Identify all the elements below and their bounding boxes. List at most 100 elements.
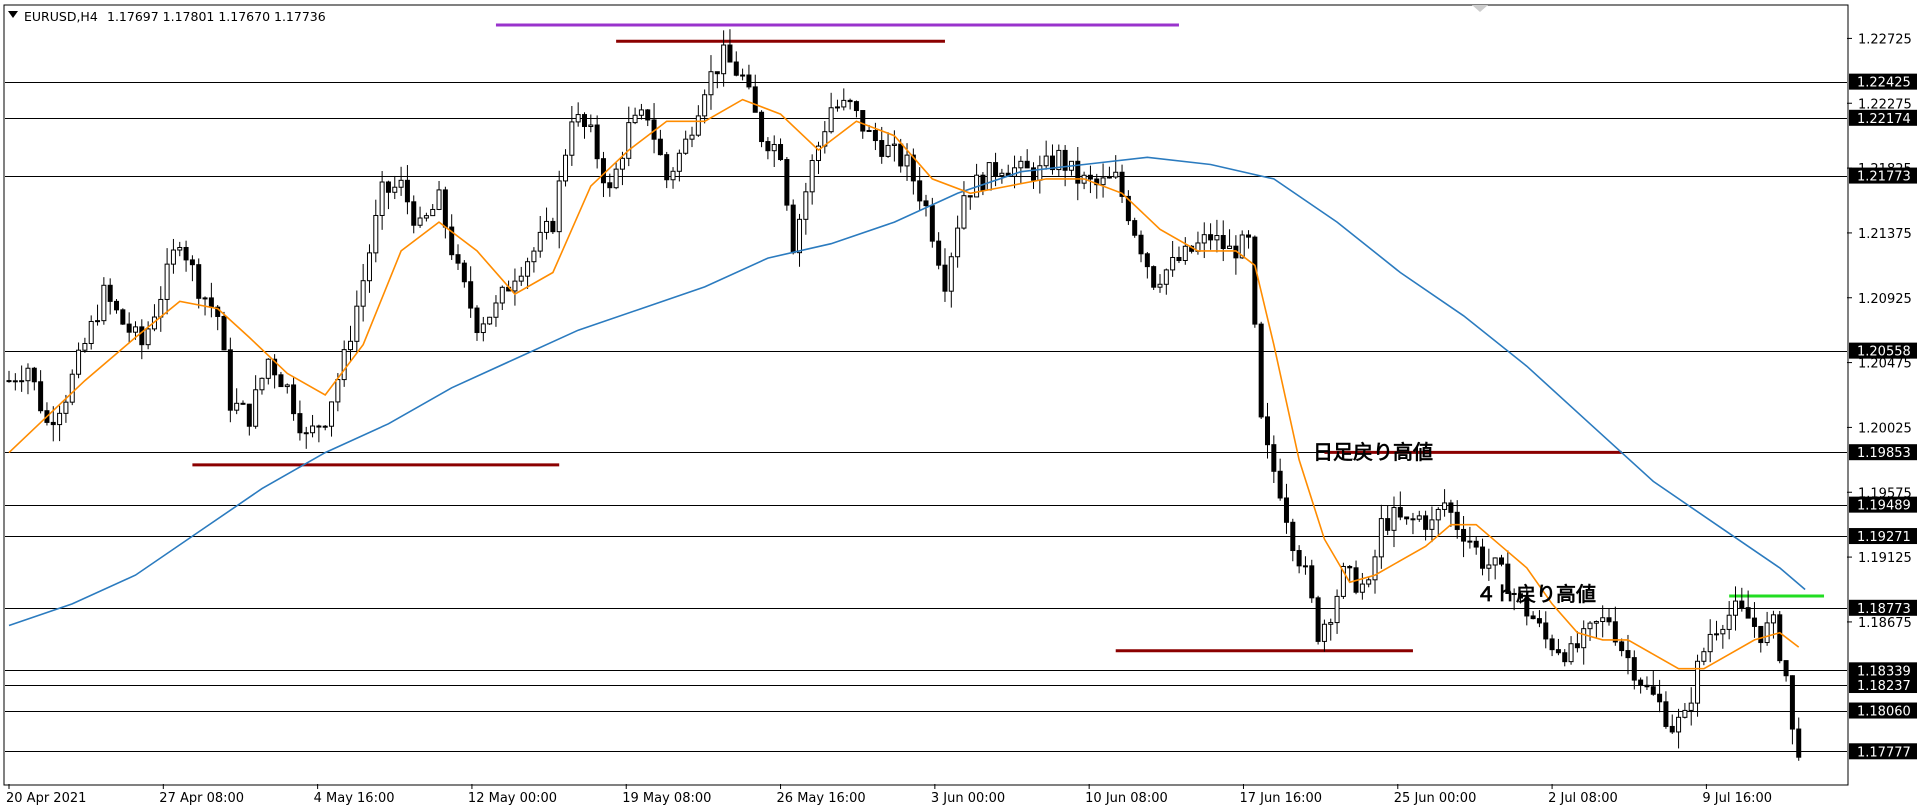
candle: [885, 132, 891, 158]
candle-body: [246, 403, 252, 427]
candle: [841, 88, 847, 111]
price-tag: 1.22425: [1849, 73, 1917, 91]
candle: [556, 170, 562, 249]
candle-body: [1644, 684, 1650, 688]
candle: [1157, 274, 1163, 293]
candle: [373, 199, 379, 263]
candle: [196, 258, 202, 309]
candle-body: [385, 181, 391, 193]
candle-body: [468, 281, 474, 309]
candle-body: [354, 305, 360, 342]
candle: [657, 129, 663, 156]
triangle-down-icon[interactable]: [8, 11, 18, 18]
candle-body: [834, 106, 840, 109]
candle: [942, 248, 948, 302]
candle-body: [57, 412, 63, 426]
chart-canvas[interactable]: 1.227251.222751.218251.213751.209251.204…: [0, 0, 1920, 811]
candle-body: [917, 180, 923, 202]
candle: [544, 207, 550, 240]
candle-body: [373, 214, 379, 254]
price-tag-label: 1.19853: [1857, 446, 1911, 461]
candle-body: [1328, 622, 1334, 625]
candle-body: [1486, 564, 1492, 569]
symbol-timeframe: EURUSD,H4: [24, 9, 98, 24]
candle-body: [1473, 540, 1479, 548]
price-tag: 1.19489: [1849, 496, 1917, 514]
candle: [234, 388, 240, 415]
candle-body: [1638, 679, 1644, 686]
candle: [1119, 164, 1125, 203]
candle-body: [1536, 618, 1542, 624]
candle: [847, 98, 853, 110]
candle-body: [259, 377, 265, 391]
candle-body: [1423, 515, 1429, 530]
candle-body: [297, 413, 303, 434]
candle: [430, 204, 436, 217]
candle-body: [145, 328, 151, 346]
candle-body: [316, 425, 322, 428]
candle-body: [379, 181, 385, 216]
candle-body: [948, 256, 954, 292]
candle: [423, 212, 429, 222]
candle: [1201, 222, 1207, 259]
candle: [310, 414, 316, 438]
candle: [436, 181, 442, 211]
price-tag: 1.18339: [1849, 662, 1917, 679]
price-tag: 1.17777: [1849, 743, 1917, 760]
candle-body: [474, 307, 480, 334]
candle-body: [170, 249, 176, 265]
candle: [1688, 687, 1694, 726]
candle: [828, 92, 834, 134]
candle-body: [240, 402, 246, 405]
candle: [1163, 268, 1169, 295]
candle: [670, 167, 676, 189]
y-tick-label: 1.20925: [1858, 292, 1912, 307]
candle: [12, 373, 18, 391]
candle-body: [638, 109, 644, 116]
candle: [581, 112, 587, 139]
candle-body: [88, 320, 94, 344]
candle-body: [942, 264, 948, 292]
candle-body: [1296, 550, 1302, 567]
candle: [385, 180, 391, 210]
candle: [177, 241, 183, 257]
candle: [1416, 510, 1422, 522]
x-tick-label: 17 Jun 16:00: [1239, 791, 1322, 806]
candle: [917, 167, 923, 211]
candle-body: [771, 144, 777, 152]
candle-body: [1391, 507, 1397, 531]
candle-body: [569, 121, 575, 156]
candle: [341, 340, 347, 387]
candle-body: [1176, 256, 1182, 262]
x-tick-label: 20 Apr 2021: [6, 791, 86, 806]
candle-body: [1454, 511, 1460, 530]
candle: [278, 371, 284, 388]
candle: [1113, 155, 1119, 179]
candle-body: [1492, 557, 1498, 566]
candle-body: [392, 186, 398, 193]
candle: [1043, 140, 1049, 170]
candle: [923, 194, 929, 217]
candle: [594, 115, 600, 169]
slow-moving-average-line: [8, 156, 1806, 627]
candle: [1031, 162, 1037, 189]
candle-body: [132, 326, 138, 333]
candle: [1669, 714, 1675, 734]
candle-body: [809, 160, 815, 193]
candle: [411, 195, 417, 234]
candle: [120, 308, 126, 325]
candle: [57, 405, 63, 442]
candle-body: [1442, 502, 1448, 510]
candle: [474, 305, 480, 341]
scroll-marker-icon[interactable]: [1472, 5, 1488, 12]
candle: [38, 370, 44, 414]
candle: [1214, 219, 1220, 253]
candle-body: [177, 246, 183, 251]
candle: [1024, 149, 1030, 169]
candle: [360, 263, 366, 322]
candle-body: [645, 109, 651, 121]
candle: [1461, 515, 1467, 558]
candle: [1012, 155, 1018, 189]
candle-body: [196, 264, 202, 299]
candle-body: [847, 99, 853, 103]
